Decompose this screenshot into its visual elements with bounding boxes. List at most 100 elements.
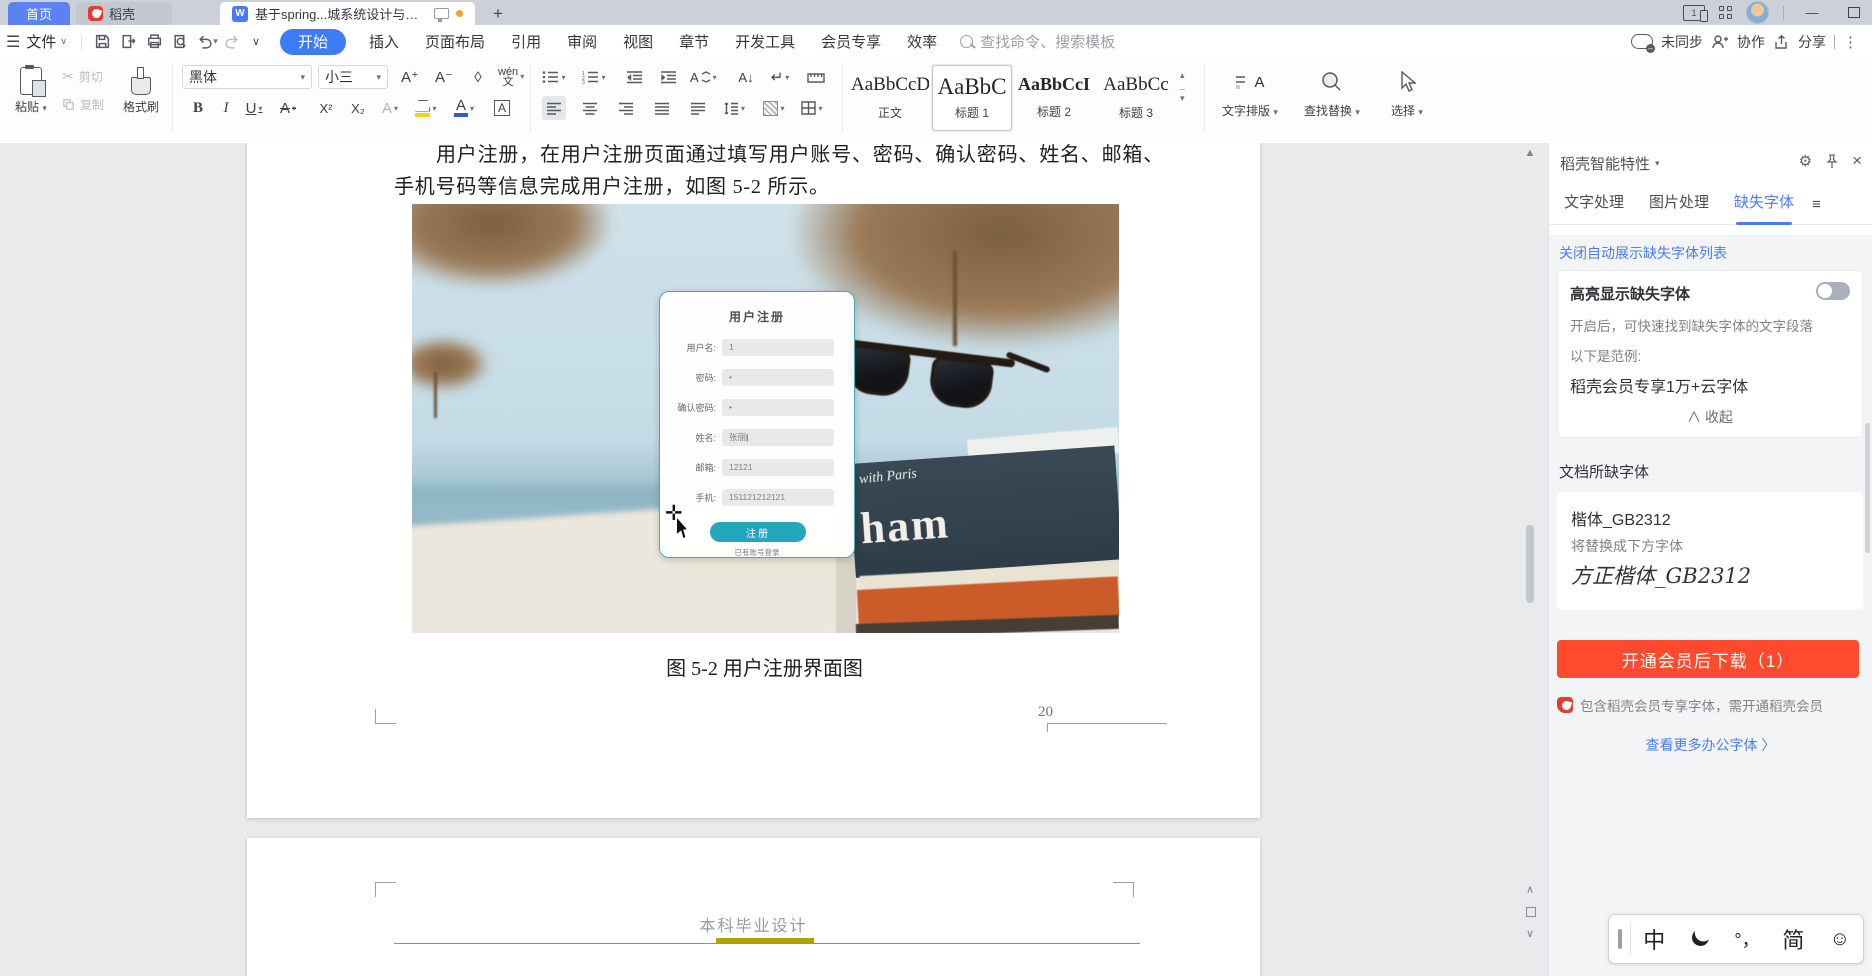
undo-button[interactable]: ▾: [194, 30, 220, 54]
collaborate-icon[interactable]: [1711, 34, 1729, 50]
ime-halfwidth-icon[interactable]: [1677, 926, 1723, 952]
tab-text-processing[interactable]: 文字处理: [1564, 191, 1624, 218]
borders-button[interactable]: ▾: [800, 96, 824, 120]
ime-simplified-mode[interactable]: 简: [1770, 923, 1816, 955]
scroll-up-arrow[interactable]: ▲: [1519, 147, 1541, 159]
style-normal[interactable]: AaBbCcD 正文: [850, 65, 930, 131]
panel-title[interactable]: 稻壳智能特性 ▾: [1560, 153, 1660, 174]
sort-button[interactable]: A↓: [734, 65, 758, 89]
previous-page-button[interactable]: ∧: [1519, 883, 1541, 896]
phonetic-guide-button[interactable]: wén 文 ▾: [498, 65, 524, 89]
menu-item-dev-tools[interactable]: 开发工具: [722, 31, 808, 52]
justify-button[interactable]: [650, 96, 674, 120]
menu-item-insert[interactable]: 插入: [356, 31, 412, 52]
gallery-down-icon[interactable]: ▾: [1180, 89, 1185, 104]
restore-button[interactable]: [1840, 2, 1868, 24]
menu-item-view[interactable]: 视图: [610, 31, 666, 52]
bold-button[interactable]: B: [186, 96, 210, 120]
highlight-toggle[interactable]: [1816, 282, 1850, 300]
menu-item-efficiency[interactable]: 效率: [894, 31, 950, 52]
download-membership-button[interactable]: 开通会员后下载（1）: [1557, 640, 1859, 678]
ime-drag-handle[interactable]: [1618, 929, 1622, 949]
increase-indent-button[interactable]: [656, 65, 680, 89]
more-fonts-link[interactable]: 查看更多办公字体 〉: [1549, 735, 1872, 755]
line-spacing-button[interactable]: ▾: [722, 96, 746, 120]
format-painter-button[interactable]: 格式刷: [118, 63, 164, 115]
document-page-1[interactable]: 用户注册，在用户注册页面通过填写用户账号、密码、确认密码、姓名、邮箱、 手机号码…: [247, 143, 1260, 818]
user-avatar[interactable]: [1746, 1, 1769, 24]
save-button[interactable]: [90, 30, 116, 54]
italic-button[interactable]: I: [214, 96, 238, 120]
document-scrollbar-thumb[interactable]: [1526, 525, 1534, 603]
browse-object-button[interactable]: [1526, 907, 1536, 917]
menu-item-member[interactable]: 会员专享: [808, 31, 894, 52]
distribute-button[interactable]: [686, 96, 710, 120]
style-heading3[interactable]: AaBbCc 标题 3: [1096, 65, 1176, 131]
tab-document[interactable]: W 基于spring...城系统设计与实现: [220, 2, 475, 25]
command-search-field[interactable]: 查找命令、搜索模板: [960, 31, 1115, 52]
select-button[interactable]: 选择 ▾: [1382, 65, 1432, 119]
font-size-combo[interactable]: 小三 ▾: [318, 65, 388, 89]
paste-button[interactable]: 粘贴 ▾: [8, 63, 54, 115]
bullet-list-button[interactable]: ▾: [542, 65, 566, 89]
close-icon[interactable]: ×: [1852, 151, 1862, 171]
tab-image-processing[interactable]: 图片处理: [1649, 191, 1709, 218]
presentation-mode-icon[interactable]: [434, 8, 449, 22]
ime-language-mode[interactable]: 中: [1631, 923, 1677, 955]
next-page-button[interactable]: ∨: [1519, 927, 1541, 940]
menu-item-references[interactable]: 引用: [498, 31, 554, 52]
subscript-button[interactable]: X₂: [346, 96, 370, 120]
hamburger-icon[interactable]: ☰: [6, 32, 20, 52]
text-layout-button[interactable]: A 文字排版 ▾: [1218, 65, 1282, 119]
clear-format-button[interactable]: ◊: [466, 65, 490, 89]
superscript-button[interactable]: X²: [314, 96, 338, 120]
font-color-button[interactable]: A ▾: [452, 96, 476, 120]
device-sync-icon[interactable]: 1: [1683, 4, 1708, 22]
ime-punctuation-mode[interactable]: °，: [1724, 926, 1770, 952]
highlight-color-button[interactable]: ▾: [414, 96, 438, 120]
shading-button[interactable]: ▾: [762, 96, 786, 120]
underline-button[interactable]: U ▾: [242, 96, 266, 120]
copy-button[interactable]: 复制: [62, 96, 104, 113]
share-icon[interactable]: [1773, 34, 1790, 50]
style-heading2[interactable]: AaBbCcI 标题 2: [1014, 65, 1094, 131]
collapse-button[interactable]: ∧ 收起: [1558, 407, 1862, 427]
print-button[interactable]: [142, 30, 168, 54]
document-page-2[interactable]: 本科毕业设计: [247, 838, 1260, 976]
missing-font-card[interactable]: 楷体_GB2312 将替换成下方字体 方正楷体_GB2312: [1557, 492, 1863, 610]
more-commands-icon[interactable]: ∨: [252, 35, 260, 48]
align-left-button[interactable]: [542, 96, 566, 120]
character-border-button[interactable]: A: [490, 96, 514, 120]
decrease-font-button[interactable]: A⁻: [432, 65, 456, 89]
numbered-list-button[interactable]: 1 2 3 ▾: [582, 65, 606, 89]
export-button[interactable]: [116, 30, 142, 54]
font-name-combo[interactable]: 黑体 ▾: [182, 65, 312, 89]
redo-button[interactable]: [220, 30, 246, 54]
collaborate-label[interactable]: 协作: [1737, 32, 1765, 52]
style-heading1[interactable]: AaBbC 标题 1: [932, 65, 1012, 131]
align-right-button[interactable]: [614, 96, 638, 120]
gear-icon[interactable]: ⚙: [1799, 152, 1812, 170]
tab-ruler-button[interactable]: [804, 65, 828, 89]
apps-grid-icon[interactable]: [1719, 6, 1732, 19]
file-menu[interactable]: 文件 ∨: [26, 31, 67, 52]
print-preview-button[interactable]: [168, 30, 194, 54]
character-scale-button[interactable]: A ▾: [690, 65, 717, 89]
find-replace-button[interactable]: 查找替换 ▾: [1300, 65, 1364, 119]
increase-font-button[interactable]: A⁺: [398, 65, 422, 89]
menu-item-review[interactable]: 审阅: [554, 31, 610, 52]
menu-item-section[interactable]: 章节: [666, 31, 722, 52]
cut-button[interactable]: ✂ 剪切: [62, 68, 103, 85]
text-wrap-button[interactable]: ↵ ▾: [768, 65, 792, 89]
tab-docer[interactable]: 稻壳: [76, 2, 172, 25]
tab-home[interactable]: 首页: [8, 2, 70, 25]
decrease-indent-button[interactable]: [622, 65, 646, 89]
strikethrough-button[interactable]: A ▾: [276, 96, 300, 120]
minimize-button[interactable]: —: [1798, 2, 1826, 24]
new-tab-button[interactable]: +: [485, 2, 511, 25]
panel-tab-menu-icon[interactable]: ≡: [1812, 196, 1821, 213]
style-gallery-scroll[interactable]: ▴ ▾: [1180, 58, 1185, 104]
sync-status-label[interactable]: 未同步: [1661, 32, 1703, 52]
panel-scrollbar-thumb[interactable]: [1865, 423, 1870, 553]
ime-emoji-icon[interactable]: ☺: [1817, 928, 1863, 951]
